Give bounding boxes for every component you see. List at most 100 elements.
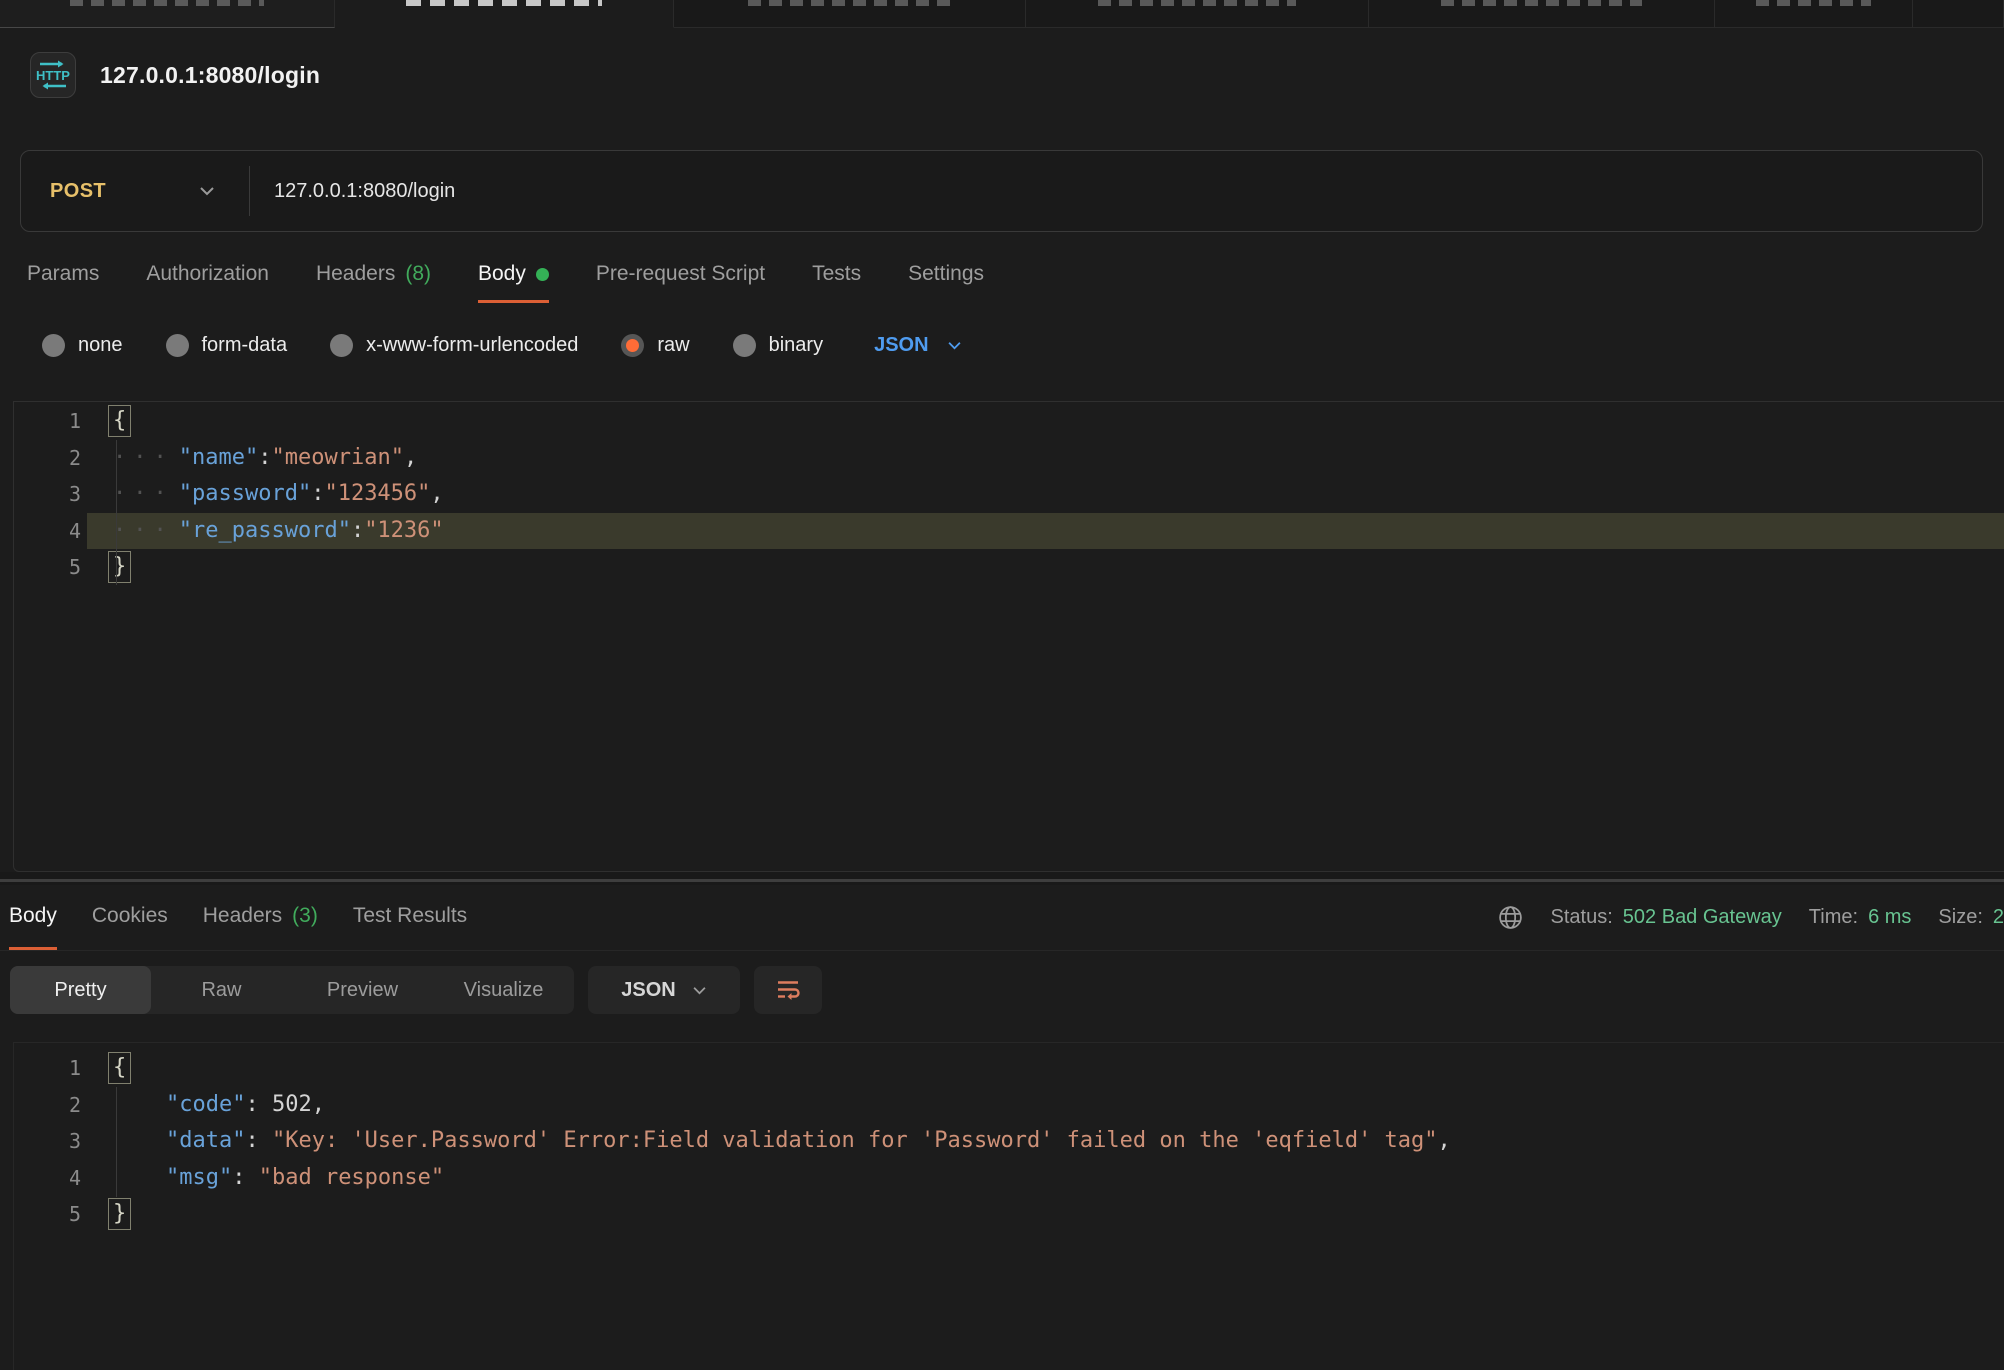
http-icon: HTTP xyxy=(34,56,72,94)
token-dots: ··· xyxy=(113,481,174,506)
tab-label: Params xyxy=(27,262,99,286)
body-mode-row: none form-data x-www-form-urlencoded raw bin… xyxy=(42,323,2004,367)
token-ws xyxy=(113,1165,166,1190)
radio-icon[interactable] xyxy=(621,334,644,357)
body-mode-form-data[interactable]: form-data xyxy=(166,334,288,357)
code-line-4[interactable]: 4···"re_password":"1236" xyxy=(14,513,2004,550)
pane-splitter[interactable] xyxy=(0,872,2004,885)
window-tab-2[interactable] xyxy=(335,0,674,28)
mode-label: none xyxy=(78,334,123,357)
response-tab-cookies[interactable]: Cookies xyxy=(92,885,168,950)
body-format-label: JSON xyxy=(874,334,928,357)
response-editor-lines: 1{2 "code": 502,3 "data": "Key: 'User.Pa… xyxy=(14,1050,2004,1233)
token-dots: ··· xyxy=(113,518,174,543)
radio-icon[interactable] xyxy=(330,334,353,357)
response-tab-headers[interactable]: Headers(3) xyxy=(203,885,318,950)
token-dots: ··· xyxy=(113,445,174,470)
body-mode-none[interactable]: none xyxy=(42,334,123,357)
response-body-editor[interactable]: 1{2 "code": 502,3 "data": "Key: 'User.Pa… xyxy=(13,1042,2004,1370)
token-brace: { xyxy=(108,405,131,437)
tab-count: (8) xyxy=(405,262,431,286)
tab-authorization[interactable]: Authorization xyxy=(146,250,269,303)
tab-text-remnant xyxy=(70,0,264,6)
code-content: ···"name":"meowrian", xyxy=(87,440,2004,477)
response-format-select[interactable]: JSON xyxy=(588,966,740,1014)
tab-headers[interactable]: Headers (8) xyxy=(316,250,431,303)
token-key: "re_password" xyxy=(179,518,351,543)
token-punct: : xyxy=(311,481,324,506)
token-key: "name" xyxy=(179,445,258,470)
code-line-5[interactable]: 5} xyxy=(14,549,2004,586)
response-meta: Status: 502 Bad Gateway Time: 6 ms Size:… xyxy=(1497,885,2004,950)
method-select[interactable]: POST xyxy=(21,180,249,203)
response-tab-body[interactable]: Body xyxy=(9,885,57,950)
line-number: 4 xyxy=(14,513,87,550)
status-label: Status: xyxy=(1551,906,1613,929)
line-number: 5 xyxy=(14,1196,87,1233)
view-visualize[interactable]: Visualize xyxy=(433,966,574,1014)
line-number: 1 xyxy=(14,1050,87,1087)
window-tab-3[interactable] xyxy=(674,0,1026,28)
tab-pre-request-script[interactable]: Pre-request Script xyxy=(596,250,765,303)
code-content: "code": 502, xyxy=(87,1087,2004,1124)
token-str: "bad response" xyxy=(259,1165,444,1190)
view-preview[interactable]: Preview xyxy=(292,966,433,1014)
body-mode-raw[interactable]: raw xyxy=(621,334,689,357)
code-line-5[interactable]: 5} xyxy=(14,1196,2004,1233)
view-raw[interactable]: Raw xyxy=(151,966,292,1014)
token-brace: } xyxy=(108,551,131,583)
tab-body[interactable]: Body xyxy=(478,250,549,303)
request-body-editor[interactable]: 1{2···"name":"meowrian",3···"password":"… xyxy=(13,401,2004,872)
code-line-1[interactable]: 1{ xyxy=(14,403,2004,440)
svg-text:HTTP: HTTP xyxy=(36,68,70,83)
token-ws xyxy=(113,1128,166,1153)
code-line-3[interactable]: 3···"password":"123456", xyxy=(14,476,2004,513)
tab-params[interactable]: Params xyxy=(27,250,99,303)
radio-icon[interactable] xyxy=(166,334,189,357)
code-content: { xyxy=(87,1050,2004,1087)
code-line-3[interactable]: 3 "data": "Key: 'User.Password' Error:Fi… xyxy=(14,1123,2004,1160)
wrap-lines-button[interactable] xyxy=(754,966,822,1014)
line-number: 2 xyxy=(14,1087,87,1124)
tab-label: Headers xyxy=(316,262,395,286)
window-tab-6[interactable] xyxy=(1715,0,1913,28)
window-tab-1[interactable] xyxy=(0,0,335,28)
code-line-1[interactable]: 1{ xyxy=(14,1050,2004,1087)
token-punct: , xyxy=(430,481,443,506)
word-wrap-icon xyxy=(775,978,801,1002)
status-badge[interactable]: 502 Bad Gateway xyxy=(1623,906,1782,929)
body-mode-binary[interactable]: binary xyxy=(733,334,823,357)
radio-icon[interactable] xyxy=(733,334,756,357)
window-tab-5[interactable] xyxy=(1369,0,1715,28)
token-str: "1236" xyxy=(364,518,443,543)
response-format-label: JSON xyxy=(621,979,675,1002)
code-line-4[interactable]: 4 "msg": "bad response" xyxy=(14,1160,2004,1197)
time-value[interactable]: 6 ms xyxy=(1868,906,1911,929)
token-punct: : xyxy=(245,1128,272,1153)
window-tab-4[interactable] xyxy=(1026,0,1369,28)
http-protocol-icon: HTTP xyxy=(30,52,76,98)
body-mode-x-www-form-urlencoded[interactable]: x-www-form-urlencoded xyxy=(330,334,578,357)
method-label: POST xyxy=(50,180,106,203)
tab-label: Test Results xyxy=(353,904,467,928)
body-format-select[interactable]: JSON xyxy=(874,334,961,357)
radio-icon[interactable] xyxy=(42,334,65,357)
response-tabs: Body Cookies Headers(3) Test Results xyxy=(9,885,467,950)
token-punct: : xyxy=(258,445,271,470)
code-content: ···"re_password":"1236" xyxy=(87,513,2004,550)
tab-settings[interactable]: Settings xyxy=(908,250,984,303)
token-ws xyxy=(113,1092,166,1117)
unsaved-dot xyxy=(536,268,549,281)
url-input[interactable]: 127.0.0.1:8080/login xyxy=(250,180,455,203)
view-pretty[interactable]: Pretty xyxy=(10,966,151,1014)
token-key: "code" xyxy=(166,1092,245,1117)
size-value[interactable]: 2 xyxy=(1993,906,2004,929)
chevron-down-icon xyxy=(692,986,707,995)
tab-tests[interactable]: Tests xyxy=(812,250,861,303)
token-brace: } xyxy=(108,1198,131,1230)
code-line-2[interactable]: 2···"name":"meowrian", xyxy=(14,440,2004,477)
response-tab-test-results[interactable]: Test Results xyxy=(353,885,467,950)
code-line-2[interactable]: 2 "code": 502, xyxy=(14,1087,2004,1124)
token-key: "data" xyxy=(166,1128,245,1153)
window-tab-7[interactable] xyxy=(1913,0,2004,28)
